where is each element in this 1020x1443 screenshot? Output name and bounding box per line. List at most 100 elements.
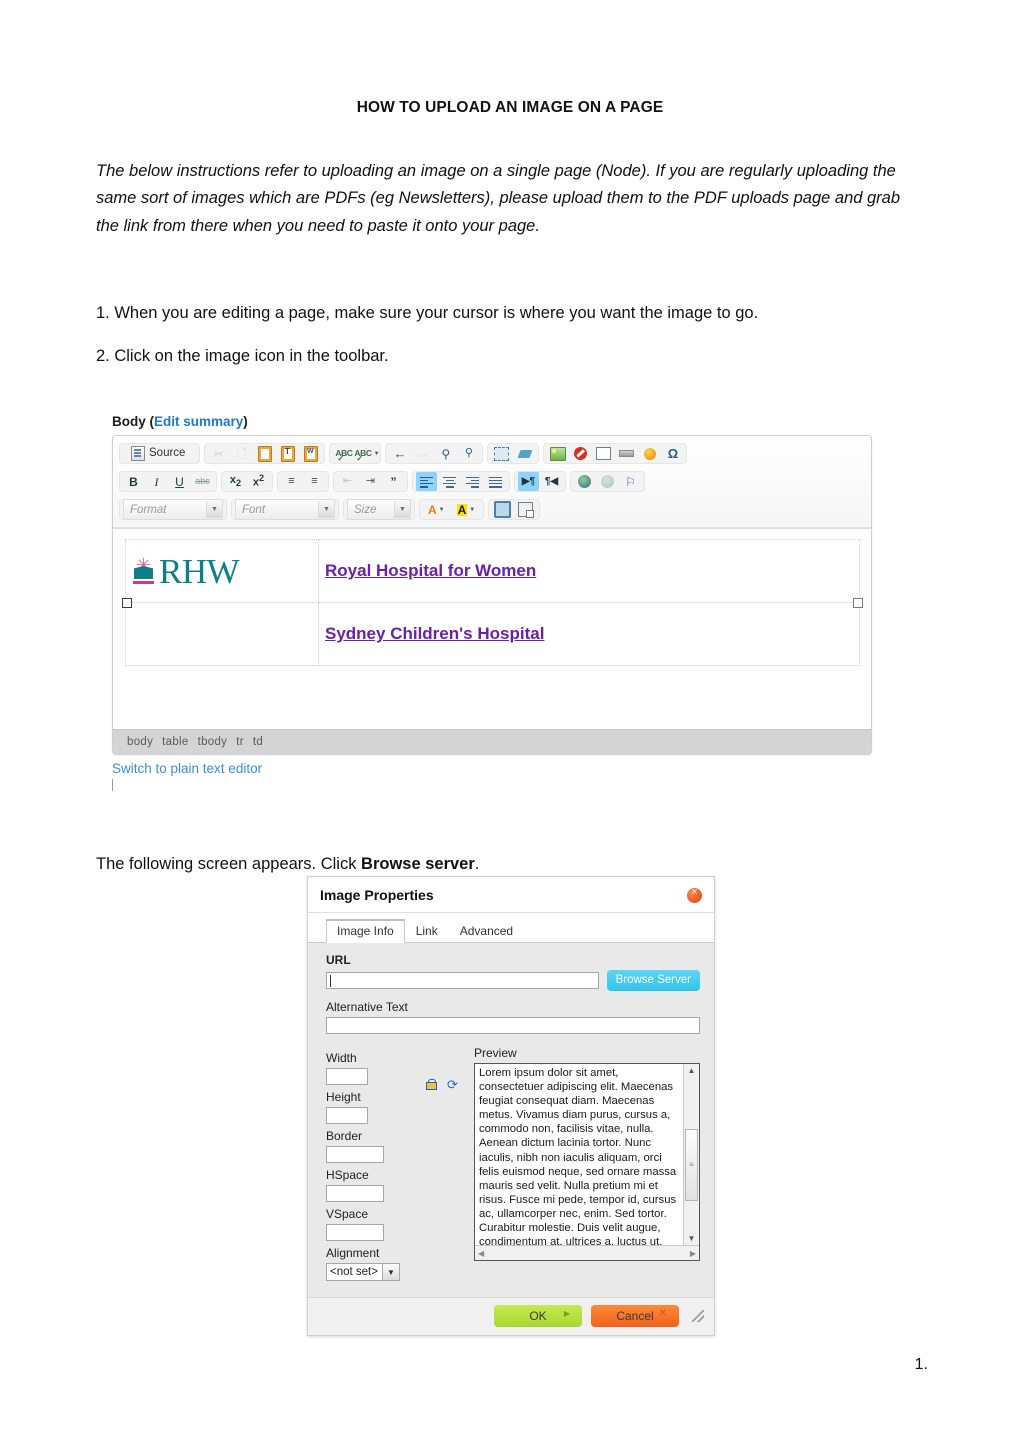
tab-advanced[interactable]: Advanced bbox=[449, 920, 524, 942]
ckeditor-content-area[interactable]: ✳ RHW Royal Hospital for Women Sydney Ch… bbox=[113, 528, 871, 729]
link-icon[interactable] bbox=[574, 472, 595, 491]
elements-path-item[interactable]: td bbox=[253, 736, 263, 748]
paste-icon[interactable] bbox=[254, 444, 275, 463]
font-dropdown[interactable]: Font ▼ bbox=[235, 499, 335, 520]
paste-as-plain-text-icon[interactable] bbox=[277, 444, 298, 463]
special-character-icon[interactable]: Ω bbox=[662, 444, 683, 463]
close-icon[interactable] bbox=[687, 886, 702, 903]
copy-icon[interactable]: 🗋 bbox=[231, 444, 252, 463]
background-color-icon[interactable]: A ▼ bbox=[452, 500, 481, 519]
bold-icon[interactable]: B bbox=[123, 472, 144, 491]
subscript-icon[interactable]: x2 bbox=[225, 472, 246, 491]
italic-icon[interactable]: I bbox=[146, 472, 167, 491]
chevron-down-icon: ▼ bbox=[394, 501, 410, 518]
size-dropdown[interactable]: Size ▼ bbox=[347, 499, 411, 520]
bg-color-label: A bbox=[456, 502, 468, 517]
scroll-left-icon[interactable]: ◀ bbox=[478, 1249, 484, 1258]
size-dropdown-label: Size bbox=[354, 503, 377, 516]
smiley-icon[interactable] bbox=[639, 444, 660, 463]
ok-button[interactable]: OK ▶ bbox=[494, 1305, 582, 1327]
text-direction-rtl-icon[interactable]: ¶◀ bbox=[541, 472, 562, 491]
scroll-right-icon[interactable]: ▶ bbox=[690, 1249, 696, 1258]
find-icon[interactable]: ⚲ bbox=[435, 444, 456, 463]
vspace-input[interactable] bbox=[326, 1224, 384, 1241]
source-button[interactable]: Source bbox=[123, 444, 196, 463]
resize-grip[interactable] bbox=[692, 1310, 704, 1322]
selection-handle[interactable] bbox=[122, 598, 132, 608]
select-all-icon[interactable] bbox=[491, 444, 512, 463]
cancel-button[interactable]: Cancel ✕ bbox=[591, 1305, 679, 1327]
maximize-icon[interactable] bbox=[492, 500, 513, 519]
scroll-up-icon[interactable]: ▲ bbox=[688, 1064, 696, 1077]
align-center-icon[interactable] bbox=[439, 472, 460, 491]
alignment-select[interactable]: <not set> ▼ bbox=[326, 1263, 400, 1281]
reset-size-icon[interactable]: ⟳ bbox=[447, 1078, 458, 1091]
remove-format-icon[interactable] bbox=[514, 444, 535, 463]
show-blocks-icon[interactable] bbox=[515, 500, 536, 519]
page-title: HOW TO UPLOAD AN IMAGE ON A PAGE bbox=[356, 99, 664, 116]
anchor-icon[interactable]: ⚐ bbox=[620, 472, 641, 491]
height-input[interactable] bbox=[326, 1107, 368, 1124]
border-input[interactable] bbox=[326, 1146, 384, 1163]
preview-label: Preview bbox=[474, 1046, 517, 1060]
align-right-icon[interactable] bbox=[462, 472, 483, 491]
width-input[interactable] bbox=[326, 1068, 368, 1085]
browse-server-button[interactable]: Browse Server bbox=[606, 970, 700, 991]
undo-icon[interactable]: ← bbox=[389, 444, 410, 463]
selection-handle[interactable] bbox=[853, 598, 863, 608]
toolbar-group-colors: A ▼ A ▼ bbox=[419, 499, 485, 520]
align-justify-icon[interactable] bbox=[485, 472, 506, 491]
paste-from-word-icon[interactable] bbox=[300, 444, 321, 463]
strikethrough-icon[interactable]: abc bbox=[192, 472, 213, 491]
elements-path-item[interactable]: body bbox=[127, 736, 153, 748]
table-icon[interactable] bbox=[593, 444, 614, 463]
text-color-icon[interactable]: A ▼ bbox=[423, 500, 450, 519]
sydney-childrens-hospital-link[interactable]: Sydney Children's Hospital bbox=[325, 624, 544, 643]
source-icon bbox=[131, 446, 145, 461]
underline-icon[interactable]: U bbox=[169, 472, 190, 491]
text-direction-ltr-icon[interactable]: ▶¶ bbox=[518, 472, 539, 491]
image-icon[interactable] bbox=[547, 444, 568, 463]
redo-icon[interactable]: → bbox=[412, 444, 433, 463]
dialog-tabs: Image Info Link Advanced bbox=[308, 913, 714, 943]
royal-hospital-for-women-link[interactable]: Royal Hospital for Women bbox=[325, 561, 536, 580]
browse-server-emphasis: Browse server bbox=[361, 854, 475, 873]
tab-image-info[interactable]: Image Info bbox=[326, 919, 405, 943]
lock-ratio-icon[interactable] bbox=[426, 1079, 437, 1090]
numbered-list-icon[interactable]: ≡ bbox=[281, 472, 302, 491]
format-dropdown[interactable]: Format ▼ bbox=[123, 499, 223, 520]
scroll-down-icon[interactable]: ▼ bbox=[688, 1232, 696, 1245]
cut-icon[interactable]: ✂ bbox=[208, 444, 229, 463]
elements-path-item[interactable]: table bbox=[162, 736, 188, 748]
align-left-icon[interactable] bbox=[416, 472, 437, 491]
url-input[interactable] bbox=[326, 972, 599, 989]
bulleted-list-icon[interactable]: ≡ bbox=[304, 472, 325, 491]
edit-summary-link[interactable]: Edit summary bbox=[154, 414, 243, 429]
scroll-thumb[interactable]: ≡ bbox=[685, 1128, 698, 1201]
tab-link[interactable]: Link bbox=[405, 920, 449, 942]
spell-check-as-you-type-icon[interactable]: ABC▼ bbox=[354, 444, 379, 463]
ckeditor-screenshot: Body (Edit summary) Source ✂ 🗋 T W ABC ✓… bbox=[112, 414, 872, 791]
cancel-x-icon: ✕ bbox=[658, 1308, 667, 1319]
unlink-icon[interactable] bbox=[597, 472, 618, 491]
horizontal-rule-icon[interactable] bbox=[616, 444, 637, 463]
preview-vertical-scrollbar[interactable]: ▲ ≡ ▼ bbox=[683, 1064, 699, 1245]
decrease-indent-icon[interactable]: ⇤ bbox=[337, 472, 358, 491]
flash-icon[interactable] bbox=[570, 444, 591, 463]
switch-to-plain-text-editor-link[interactable]: Switch to plain text editor bbox=[112, 761, 872, 776]
vspace-field: VSpace bbox=[326, 1207, 426, 1241]
elements-path-item[interactable]: tr bbox=[236, 736, 244, 748]
hspace-input[interactable] bbox=[326, 1185, 384, 1202]
source-button-label: Source bbox=[149, 446, 186, 459]
block-quote-icon[interactable]: ” bbox=[383, 472, 404, 491]
spell-check-icon[interactable]: ABC bbox=[333, 444, 354, 463]
preview-horizontal-scrollbar[interactable]: ◀ ▶ bbox=[475, 1245, 699, 1260]
increase-indent-icon[interactable]: ⇥ bbox=[360, 472, 381, 491]
alignment-label: Alignment bbox=[326, 1246, 380, 1260]
hspace-label: HSpace bbox=[326, 1168, 369, 1182]
body-label-text: Body ( bbox=[112, 414, 154, 429]
superscript-icon[interactable]: x2 bbox=[248, 472, 269, 491]
replace-icon[interactable]: ⚲ bbox=[458, 444, 479, 463]
elements-path-item[interactable]: tbody bbox=[198, 736, 228, 748]
alternative-text-input[interactable] bbox=[326, 1017, 700, 1034]
